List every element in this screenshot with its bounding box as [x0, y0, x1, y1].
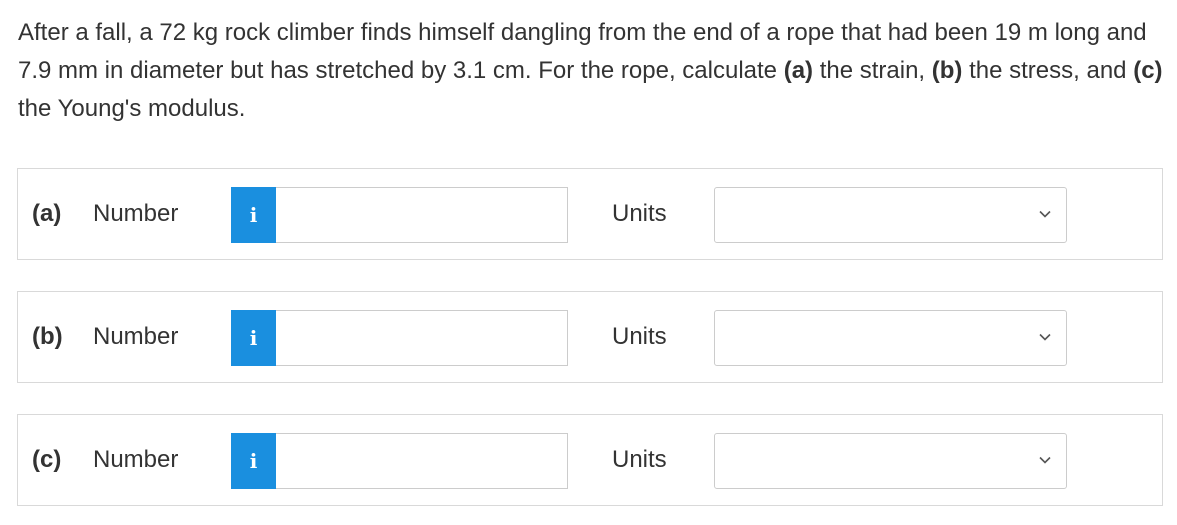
units-label: Units: [612, 446, 667, 473]
question-text-part: the stress, and: [962, 57, 1134, 84]
units-dropdown[interactable]: [714, 187, 1067, 243]
question-part-a-label: (a): [783, 57, 814, 84]
units-dropdown[interactable]: [714, 433, 1067, 489]
chevron-down-icon: [1038, 207, 1052, 221]
question-part-c-label: (c): [1133, 57, 1163, 84]
part-label: (b): [32, 323, 63, 350]
units-label: Units: [612, 323, 667, 350]
number-input[interactable]: [276, 310, 568, 366]
answer-row-b: (b) Number i Units: [17, 291, 1163, 383]
chevron-down-icon: [1038, 330, 1052, 344]
number-input[interactable]: [276, 433, 568, 489]
info-button[interactable]: i: [231, 187, 276, 243]
info-icon: i: [249, 326, 258, 350]
units-dropdown[interactable]: [714, 310, 1067, 366]
number-label: Number: [93, 446, 179, 473]
info-icon: i: [249, 203, 258, 227]
info-button[interactable]: i: [231, 433, 276, 489]
answer-row-a: (a) Number i Units: [17, 168, 1163, 260]
number-label: Number: [93, 323, 179, 350]
info-button[interactable]: i: [231, 310, 276, 366]
chevron-down-icon: [1038, 453, 1052, 467]
question-text: After a fall, a 72 kg rock climber finds…: [18, 14, 1163, 128]
question-text-part: the Young's modulus.: [18, 95, 246, 122]
number-input[interactable]: [276, 187, 568, 243]
part-label: (c): [32, 446, 62, 473]
question-text-part: the strain,: [813, 57, 932, 84]
question-part-b-label: (b): [931, 57, 963, 84]
part-label: (a): [32, 200, 62, 227]
info-icon: i: [249, 449, 258, 473]
answer-row-c: (c) Number i Units: [17, 414, 1163, 506]
units-label: Units: [612, 200, 667, 227]
number-label: Number: [93, 200, 179, 227]
